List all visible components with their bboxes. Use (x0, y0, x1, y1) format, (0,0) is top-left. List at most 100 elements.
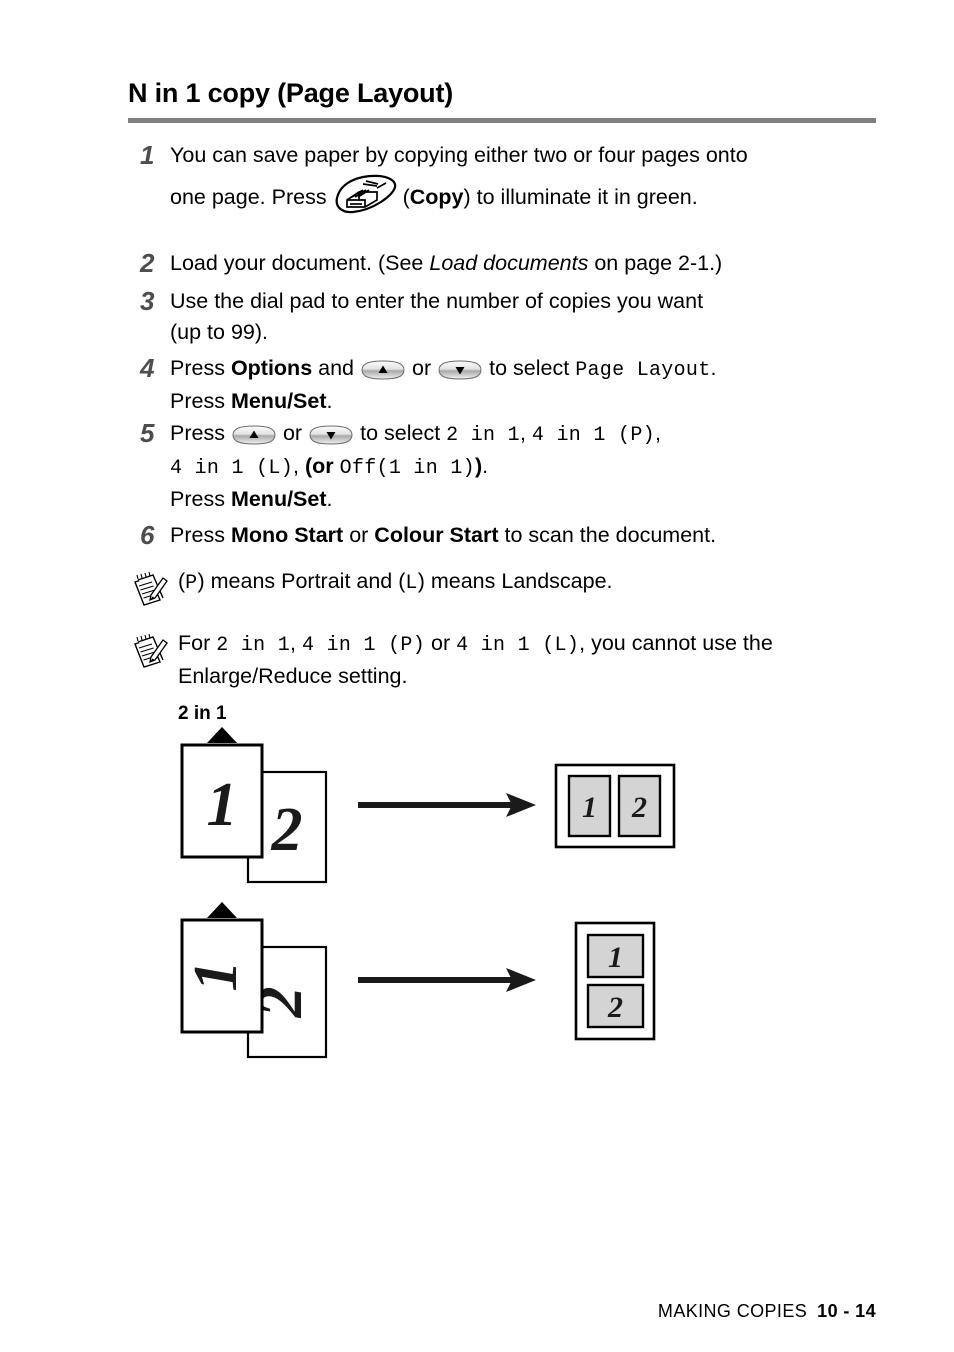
step-5-line-1: Press or to select 2 in 1, 4 in 1 (P), (170, 418, 888, 451)
arrow-up-key-icon (359, 358, 407, 380)
step-number: 5 (140, 418, 155, 448)
step-number: 4 (140, 353, 155, 383)
note-1-tail: ) means Landscape. (417, 569, 613, 593)
step-4-lead: Press (170, 356, 231, 380)
menu-value-off: Off(1 in 1) (339, 457, 475, 480)
menu-value-4in1-l: 4 in 1 (L) (456, 634, 580, 657)
note-1: (P) means Portrait and (L) means Landsca… (130, 566, 900, 607)
title-divider (128, 118, 876, 123)
svg-text:1: 1 (207, 771, 238, 839)
page-footer: MAKING COPIES 10 - 14 (658, 1301, 876, 1322)
step-6: 6 Press Mono Start or Colour Start to sc… (128, 520, 888, 551)
svg-text:2: 2 (607, 991, 623, 1024)
note-2-sep-1: , (290, 631, 302, 655)
menu-value-4in1-p: 4 in 1 (P) (531, 424, 655, 447)
step-6-or: or (343, 523, 375, 547)
note-1-mid: ) means Portrait and ( (197, 569, 406, 593)
svg-text:1: 1 (182, 961, 250, 992)
step-2-tail: on page 2-1.) (588, 251, 723, 275)
step-4: 4 Press Options and or to select Page Layo… (128, 353, 888, 417)
step-5-sep-2: , (654, 421, 661, 445)
step-5-sep-1: , (519, 421, 532, 445)
note-2-tail: , you cannot use the (579, 631, 773, 655)
footer-section-label: MAKING COPIES (657, 1301, 808, 1321)
step-number: 6 (140, 520, 155, 550)
menu-value-page-layout: Page Layout (575, 359, 711, 382)
note-pencil-icon (130, 569, 170, 607)
note-1-line-1: (P) means Portrait and (L) means Landsca… (178, 566, 900, 599)
diagram-landscape-row: 2 1 1 2 (180, 902, 656, 1059)
copy-button-label: Copy (409, 185, 464, 209)
step-text: You can save paper by copying either two… (170, 140, 888, 223)
mono-start-button-label: Mono Start (230, 523, 344, 547)
svg-text:1: 1 (608, 941, 623, 974)
step-number: 2 (140, 248, 155, 278)
step-3: 3 Use the dial pad to enter the number o… (128, 286, 888, 348)
arrow-up-key-icon (230, 423, 278, 445)
note-2-for: For (178, 631, 217, 655)
colour-start-button-label: Colour Start (374, 523, 499, 547)
step-5-line-2: 4 in 1 (L), (or Off(1 in 1)). (170, 451, 888, 484)
step-3-line-2: (up to 99). (170, 320, 268, 344)
menu-value-2in1: 2 in 1 (446, 424, 520, 447)
copy-key-icon (333, 174, 399, 214)
step-5-press-2: Press (170, 487, 231, 511)
step-5-period: . (482, 454, 489, 478)
step-5-line-3: Press Menu/Set. (170, 484, 888, 515)
step-4-period: . (710, 356, 717, 380)
step-6-line-1: Press Mono Start or Colour Start to scan… (170, 520, 888, 551)
step-text: Use the dial pad to enter the number of … (170, 286, 888, 348)
step-4-select: to select (489, 356, 576, 380)
step-6-press: Press (170, 523, 231, 547)
menu-value-2in1: 2 in 1 (216, 634, 291, 657)
step-2: 2 Load your document. (See Load document… (128, 248, 888, 279)
menuset-button-label: Menu/Set (230, 389, 327, 413)
menu-value-4in1-p: 4 in 1 (P) (302, 634, 426, 657)
step-1: 1 You can save paper by copying either t… (128, 140, 888, 223)
note-2-line-2: Enlarge/Reduce setting. (178, 664, 408, 688)
step-5-or: or (282, 421, 303, 445)
diagram-portrait-row: 2 1 1 2 (180, 727, 676, 884)
step-text: Press or to select 2 in 1, 4 in 1 (P), 4 i… (170, 418, 888, 515)
arrow-down-key-icon (436, 358, 484, 380)
note-2: For 2 in 1, 4 in 1 (P) or 4 in 1 (L), yo… (130, 628, 900, 691)
step-5-or-open: (or (304, 454, 340, 478)
step-text: Press Mono Start or Colour Start to scan… (170, 520, 888, 551)
svg-text:1: 1 (582, 791, 597, 824)
step-4-period-2: . (326, 389, 333, 413)
step-4-and: and (312, 356, 355, 380)
diagram-title: 2 in 1 (178, 703, 227, 724)
step-4-press: Press (170, 389, 231, 413)
options-button-label: Options (230, 356, 313, 380)
code-l: L (405, 572, 418, 595)
footer-page-number: 10 - 14 (817, 1301, 876, 1321)
note-pencil-icon (130, 631, 170, 669)
step-5-press: Press (170, 421, 225, 445)
step-2-line-1: Load your document. (See Load documents … (170, 248, 888, 279)
step-text: Press Options and or to select Page Layout… (170, 353, 888, 417)
step-4-or: or (412, 356, 432, 380)
step-5-select: to select (360, 421, 447, 445)
step-5-period-2: . (326, 487, 333, 511)
step-5: 5 Press or to select 2 in 1, 4 in 1 (P), 4… (128, 418, 888, 515)
menu-value-4in1-l: 4 in 1 (L) (170, 457, 294, 480)
step-number: 3 (140, 286, 155, 316)
step-4-line-2: Press Menu/Set. (170, 386, 888, 417)
code-p: P (185, 572, 198, 595)
step-1-line-2: one page. Press (Copy) to illuminate it i… (170, 171, 888, 223)
step-1-paren-open: ( (402, 185, 410, 209)
step-2-lead: Load your document. (See (170, 251, 430, 275)
note-2-line-1: For 2 in 1, 4 in 1 (P) or 4 in 1 (L), yo… (178, 628, 900, 661)
note-text: For 2 in 1, 4 in 1 (P) or 4 in 1 (L), yo… (170, 628, 900, 691)
step-6-tail: to scan the document. (498, 523, 717, 547)
note-text: (P) means Portrait and (L) means Landsca… (170, 566, 900, 599)
document-page: N in 1 copy (Page Layout) 1 You can save… (0, 0, 954, 1352)
step-text: Load your document. (See Load documents … (170, 248, 888, 279)
cross-reference: Load documents (429, 251, 589, 275)
step-4-line-1: Press Options and or to select Page Layout… (170, 353, 888, 386)
page-title: N in 1 copy (Page Layout) (128, 78, 454, 108)
step-1-line-2-lead: one page. Press (170, 185, 327, 209)
step-1-line-1: You can save paper by copying either two… (170, 143, 748, 167)
step-5-sep-3: , (293, 454, 305, 478)
arrow-down-key-icon (307, 423, 355, 445)
